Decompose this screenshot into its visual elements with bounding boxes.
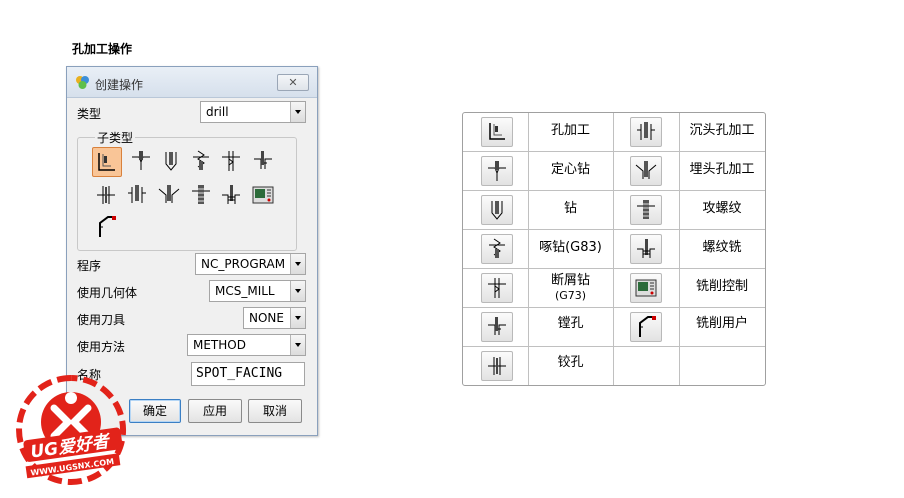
boring-icon (481, 312, 513, 342)
countersinking-icon[interactable] (155, 181, 183, 209)
type-value: drill (206, 105, 229, 119)
ok-button[interactable]: 确定 (129, 399, 181, 423)
close-button[interactable]: ✕ (277, 74, 309, 91)
tool-label: 使用刀具 (77, 313, 126, 327)
drilling-icon[interactable] (157, 147, 185, 175)
table-label-sub: (G73) (554, 289, 587, 302)
method-label: 使用方法 (77, 340, 126, 354)
reaming-icon[interactable] (92, 181, 120, 209)
table-label: 镗孔 (557, 316, 584, 331)
breakchip-drilling-icon[interactable] (217, 147, 245, 175)
program-value: NC_PROGRAM (201, 257, 286, 271)
ugsnx-logo: UG爱好者 WWW.UGSNX.COM (16, 375, 127, 485)
name-input[interactable]: SPOT_FACING (191, 362, 305, 386)
table-label-main: 断屑钻 (550, 273, 590, 288)
chevron-down-icon (290, 102, 305, 122)
table-label: 埋头孔加工 (689, 162, 755, 177)
cancel-button[interactable]: 取消 (248, 399, 302, 423)
tapping-icon (630, 195, 662, 225)
thread-milling-icon (630, 234, 662, 264)
table-label: 铣削用户 (695, 316, 748, 331)
mill-user-icon[interactable] (92, 213, 120, 241)
table-label: 攻螺纹 (702, 201, 742, 216)
thread-milling-icon[interactable] (217, 181, 245, 209)
table-label: 断屑钻 (G73) (528, 273, 613, 303)
reaming-icon (481, 351, 513, 381)
tapping-icon[interactable] (187, 181, 215, 209)
chevron-down-icon (290, 308, 305, 328)
method-value: METHOD (193, 338, 246, 352)
table-label: 铰孔 (557, 355, 584, 370)
nx-app-icon (76, 76, 89, 89)
drilling-icon (481, 195, 513, 225)
table-label: 孔加工 (550, 123, 590, 138)
program-dropdown[interactable]: NC_PROGRAM (195, 253, 306, 275)
mill-user-icon (630, 312, 662, 342)
chevron-down-icon (290, 335, 305, 355)
mill-control-icon[interactable] (249, 181, 277, 209)
breakchip-drilling-icon (481, 273, 513, 303)
counterboring-icon (630, 117, 662, 147)
method-dropdown[interactable]: METHOD (187, 334, 306, 356)
program-label: 程序 (77, 259, 102, 273)
chevron-down-icon (290, 254, 305, 274)
chevron-down-icon (290, 281, 305, 301)
geometry-label: 使用几何体 (77, 286, 138, 300)
spot-facing-icon (481, 117, 513, 147)
tool-dropdown[interactable]: NONE (243, 307, 306, 329)
peck-drilling-icon (481, 234, 513, 264)
type-dropdown[interactable]: drill (200, 101, 306, 123)
table-label: 铣削控制 (695, 279, 748, 294)
type-label: 类型 (77, 107, 102, 121)
name-value: SPOT_FACING (196, 366, 283, 381)
apply-button[interactable]: 应用 (188, 399, 242, 423)
table-label: 啄钻(G83) (539, 240, 602, 255)
table-label: 沉头孔加工 (689, 123, 755, 138)
geometry-value: MCS_MILL (215, 284, 275, 298)
subtype-label: 子类型 (95, 129, 136, 146)
tool-value: NONE (249, 311, 284, 325)
counterboring-icon[interactable] (123, 181, 151, 209)
dialog-title: 创建操作 (95, 78, 144, 92)
table-label: 钻 (563, 201, 577, 216)
spot-drilling-icon (481, 156, 513, 186)
mill-control-icon (630, 273, 662, 303)
table-label: 定心钻 (550, 162, 590, 177)
peck-drilling-icon[interactable] (187, 147, 215, 175)
page-title: 孔加工操作 (72, 42, 133, 56)
dialog-titlebar[interactable]: 创建操作 ✕ (67, 67, 317, 98)
operation-reference-table: 孔加工 沉头孔加工 定心钻 埋头孔加工 钻 攻螺纹 啄钻(G83) 螺纹铣 断屑… (462, 112, 766, 386)
spot-drilling-icon[interactable] (127, 147, 155, 175)
close-x-icon: ✕ (288, 76, 298, 89)
spot-facing-icon[interactable] (92, 147, 122, 177)
boring-icon[interactable] (249, 147, 277, 175)
table-label: 螺纹铣 (702, 240, 742, 255)
geometry-dropdown[interactable]: MCS_MILL (209, 280, 306, 302)
countersinking-icon (630, 156, 662, 186)
